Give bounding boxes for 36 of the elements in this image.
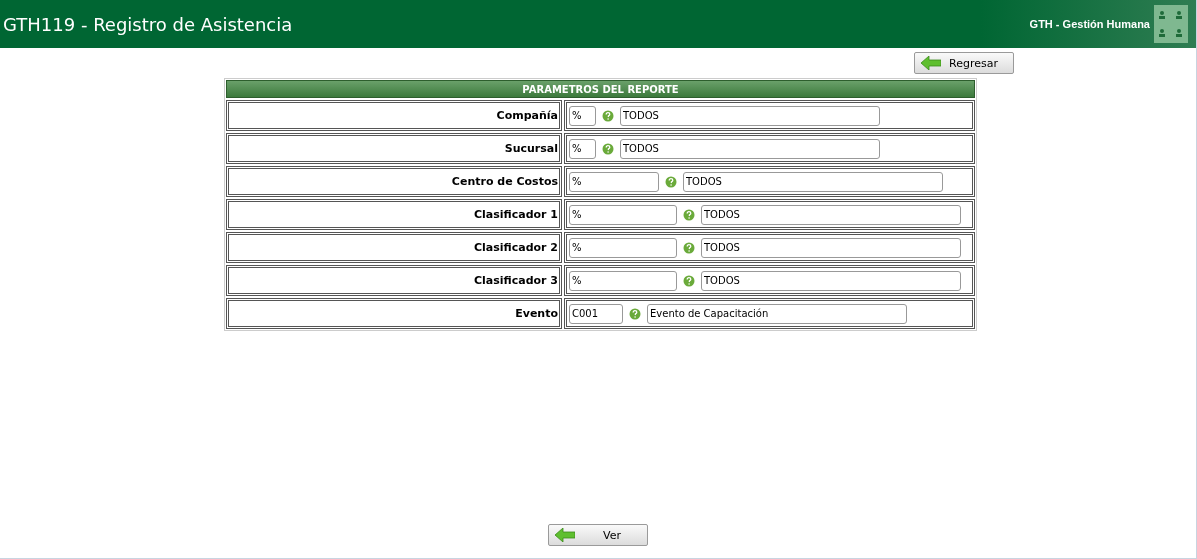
description-field[interactable]: Evento de Capacitación — [647, 303, 907, 324]
code-field[interactable]: % — [569, 237, 677, 258]
back-button[interactable]: Regresar — [914, 52, 1014, 74]
help-icon[interactable] — [602, 109, 614, 122]
description-field[interactable]: TODOS — [701, 204, 961, 225]
field-label: Clasificador 1 — [226, 199, 562, 230]
field-label: Clasificador 3 — [226, 265, 562, 296]
page-title: GTH119 - Registro de Asistencia — [2, 13, 293, 35]
description-field[interactable]: TODOS — [683, 171, 943, 192]
field-label: Centro de Costos — [226, 166, 562, 197]
code-field[interactable]: C001 — [569, 303, 623, 324]
help-icon[interactable] — [683, 274, 695, 287]
arrow-icon — [921, 56, 941, 70]
description-field[interactable]: TODOS — [701, 237, 961, 258]
help-icon[interactable] — [665, 175, 677, 188]
description-field[interactable]: TODOS — [701, 270, 961, 291]
field-label: Evento — [226, 298, 562, 329]
help-icon[interactable] — [683, 208, 695, 221]
code-field[interactable]: % — [569, 105, 596, 126]
field-label: Clasificador 2 — [226, 232, 562, 263]
table-title: PARAMETROS DEL REPORTE — [226, 80, 975, 98]
code-field[interactable]: % — [569, 171, 659, 192]
view-button[interactable]: Ver — [548, 524, 648, 546]
description-field[interactable]: TODOS — [620, 138, 880, 159]
people-grid-icon — [1154, 5, 1188, 43]
code-field[interactable]: % — [569, 138, 596, 159]
description-field[interactable]: TODOS — [620, 105, 880, 126]
help-icon[interactable] — [629, 307, 641, 320]
arrow-icon — [555, 528, 575, 542]
help-icon[interactable] — [683, 241, 695, 254]
code-field[interactable]: % — [569, 270, 677, 291]
field-label: Sucursal — [226, 133, 562, 164]
code-field[interactable]: % — [569, 204, 677, 225]
help-icon[interactable] — [602, 142, 614, 155]
field-label: Compañía — [226, 100, 562, 131]
module-name: GTH - Gestión Humana — [1029, 18, 1150, 30]
